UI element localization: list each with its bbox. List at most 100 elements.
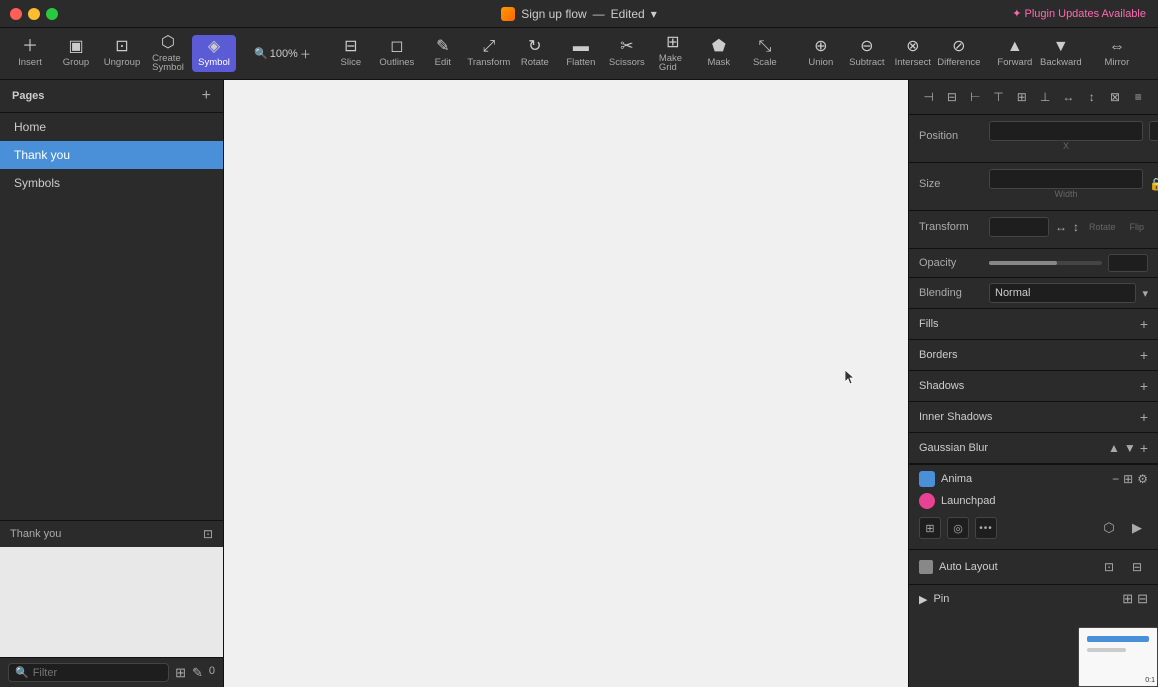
toolbar-group[interactable]: ▣ Group bbox=[54, 35, 98, 72]
align-bottom-button[interactable]: ⊥ bbox=[1034, 86, 1056, 108]
toolbar-forward[interactable]: ▲ Forward bbox=[993, 35, 1037, 72]
mirror-icon: ⇔ bbox=[1109, 39, 1125, 55]
borders-add-icon[interactable]: + bbox=[1140, 347, 1148, 363]
anima-grid-icon[interactable]: ⊞ bbox=[1123, 472, 1133, 486]
add-page-button[interactable]: + bbox=[202, 88, 211, 104]
blending-label: Blending bbox=[919, 287, 983, 299]
title-chevron-icon[interactable]: ▾ bbox=[651, 7, 657, 21]
toolbar-flatten[interactable]: ▬ Flatten bbox=[559, 35, 603, 72]
launchpad-launch-icon[interactable]: ▶ bbox=[1126, 517, 1148, 539]
opacity-input[interactable] bbox=[1108, 254, 1148, 272]
align-left-button[interactable]: ⊣ bbox=[918, 86, 940, 108]
align-bar: ⊣ ⊟ ⊢ ⊤ ⊞ ⊥ ↔ ↕ ⊠ ≡ bbox=[909, 80, 1158, 115]
launchpad-btn-1[interactable]: ⊞ bbox=[919, 517, 941, 539]
gaussian-controls: ▲ ▼ + bbox=[1108, 440, 1148, 456]
distribute-h-button[interactable]: ↔ bbox=[1057, 86, 1079, 108]
toolbar-insert[interactable]: ＋ Insert bbox=[8, 35, 52, 72]
align-top-button[interactable]: ⊤ bbox=[988, 86, 1010, 108]
pin-chevron[interactable]: ▶ bbox=[919, 593, 927, 606]
gaussian-add-icon[interactable]: + bbox=[1140, 440, 1148, 456]
close-button[interactable] bbox=[10, 8, 22, 20]
launchpad-share-icon[interactable]: ⬡ bbox=[1098, 517, 1120, 539]
filter-input[interactable] bbox=[33, 667, 162, 679]
anima-settings-icon[interactable]: ⚙ bbox=[1137, 472, 1148, 486]
page-item-symbols[interactable]: Symbols bbox=[0, 169, 223, 197]
toolbar-flatten-label: Flatten bbox=[566, 58, 595, 68]
pin-icon-2[interactable]: ⊟ bbox=[1137, 591, 1148, 607]
fills-add-icon[interactable]: + bbox=[1140, 316, 1148, 332]
launchpad-icon bbox=[919, 493, 935, 509]
al-icon1[interactable]: ⊡ bbox=[1098, 556, 1120, 578]
toolbar-mask[interactable]: ⬟ Mask bbox=[697, 35, 741, 72]
pin-icon-1[interactable]: ⊞ bbox=[1122, 591, 1133, 607]
flip-v-icon[interactable]: ↕ bbox=[1073, 220, 1079, 234]
blending-row: Blending Normal Multiply Screen Overlay … bbox=[909, 278, 1158, 309]
toolbar-mirror[interactable]: ⇔ Mirror bbox=[1095, 35, 1139, 72]
launchpad-btn-2[interactable]: ◎ bbox=[947, 517, 969, 539]
size-width-input[interactable] bbox=[989, 169, 1143, 189]
toolbar-slice[interactable]: ⊟ Slice bbox=[329, 35, 373, 72]
shadows-add-icon[interactable]: + bbox=[1140, 378, 1148, 394]
borders-section-header[interactable]: Borders + bbox=[909, 340, 1158, 371]
pages-header: Pages + bbox=[0, 80, 223, 113]
blending-select[interactable]: Normal Multiply Screen Overlay bbox=[989, 283, 1136, 303]
toolbar-symbol[interactable]: ◈ Symbol bbox=[192, 35, 236, 72]
toolbar-scissors[interactable]: ✂ Scissors bbox=[605, 35, 649, 72]
transform-label: Transform bbox=[919, 221, 983, 233]
align-right-button[interactable]: ⊢ bbox=[964, 86, 986, 108]
toolbar-difference[interactable]: ⊘ Difference bbox=[937, 35, 981, 72]
align-center-v-button[interactable]: ⊞ bbox=[1011, 86, 1033, 108]
toolbar-edit[interactable]: ✎ Edit bbox=[421, 35, 465, 72]
maximize-button[interactable] bbox=[46, 8, 58, 20]
gaussian-stepper-up[interactable]: ▲ bbox=[1108, 441, 1120, 455]
tidy-button[interactable]: ⊠ bbox=[1104, 86, 1126, 108]
page-item-thank-you[interactable]: Thank you bbox=[0, 141, 223, 169]
fills-section-header[interactable]: Fills + bbox=[909, 309, 1158, 340]
toolbar-scale[interactable]: ⤡ Scale bbox=[743, 35, 787, 72]
flip-h-icon[interactable]: ↔ bbox=[1055, 220, 1067, 234]
toolbar-expand[interactable]: » bbox=[1141, 42, 1158, 66]
flatten-icon: ▬ bbox=[573, 39, 589, 55]
outlines-icon: ◻ bbox=[390, 39, 403, 55]
al-icon2[interactable]: ⊟ bbox=[1126, 556, 1148, 578]
toolbar-transform[interactable]: ⤢ Transform bbox=[467, 35, 511, 72]
transform-rotate-input[interactable] bbox=[989, 217, 1049, 237]
subtract-icon: ⊖ bbox=[860, 39, 873, 55]
toolbar-backward[interactable]: ▼ Backward bbox=[1039, 35, 1083, 72]
grid-view-icon[interactable]: ⊞ bbox=[175, 665, 186, 681]
toolbar-make-grid[interactable]: ⊞ Make Grid bbox=[651, 31, 695, 77]
page-item-home[interactable]: Home bbox=[0, 113, 223, 141]
anima-minimize-icon[interactable]: − bbox=[1112, 472, 1119, 486]
backward-icon: ▼ bbox=[1053, 39, 1069, 55]
toolbar-zoom[interactable]: 🔍 100% ＋ bbox=[248, 44, 317, 64]
shadows-section-header[interactable]: Shadows + bbox=[909, 371, 1158, 402]
spacing-button[interactable]: ≡ bbox=[1127, 86, 1149, 108]
window-title: Sign up flow — Edited ▾ bbox=[501, 7, 656, 21]
window-controls bbox=[10, 8, 58, 20]
toolbar-rotate[interactable]: ↻ Rotate bbox=[513, 35, 557, 72]
toolbar-scissors-label: Scissors bbox=[609, 58, 645, 68]
minimize-button[interactable] bbox=[28, 8, 40, 20]
auto-layout-header: Auto Layout ⊡ ⊟ bbox=[919, 556, 1148, 578]
inner-shadows-add-icon[interactable]: + bbox=[1140, 409, 1148, 425]
distribute-v-button[interactable]: ↕ bbox=[1081, 86, 1103, 108]
toolbar-subtract[interactable]: ⊖ Subtract bbox=[845, 35, 889, 72]
gaussian-stepper-down[interactable]: ▼ bbox=[1124, 441, 1136, 455]
toolbar-union[interactable]: ⊕ Union bbox=[799, 35, 843, 72]
opacity-slider[interactable] bbox=[989, 261, 1102, 265]
toolbar-ungroup[interactable]: ⊡ Ungroup bbox=[100, 35, 144, 72]
size-lock-icon[interactable]: 🔒 bbox=[1149, 177, 1158, 191]
position-y-input[interactable] bbox=[1149, 121, 1158, 141]
launchpad-more-btn[interactable]: ••• bbox=[975, 517, 997, 539]
edit-layers-icon[interactable]: ✎ bbox=[192, 665, 203, 681]
canvas-area[interactable] bbox=[224, 80, 908, 687]
toolbar-create-symbol[interactable]: ⬡ Create Symbol bbox=[146, 31, 190, 77]
toolbar-outlines[interactable]: ◻ Outlines bbox=[375, 35, 419, 72]
align-center-h-button[interactable]: ⊟ bbox=[941, 86, 963, 108]
inner-shadows-section-header[interactable]: Inner Shadows + bbox=[909, 402, 1158, 433]
position-x-input[interactable] bbox=[989, 121, 1143, 141]
layer-thumb-icon[interactable]: ⊡ bbox=[203, 527, 213, 541]
toolbar-intersect[interactable]: ⊗ Intersect bbox=[891, 35, 935, 72]
titlebar: Sign up flow — Edited ▾ ✦ Plugin Updates… bbox=[0, 0, 1158, 28]
plugin-updates-banner[interactable]: ✦ Plugin Updates Available bbox=[1012, 7, 1146, 20]
